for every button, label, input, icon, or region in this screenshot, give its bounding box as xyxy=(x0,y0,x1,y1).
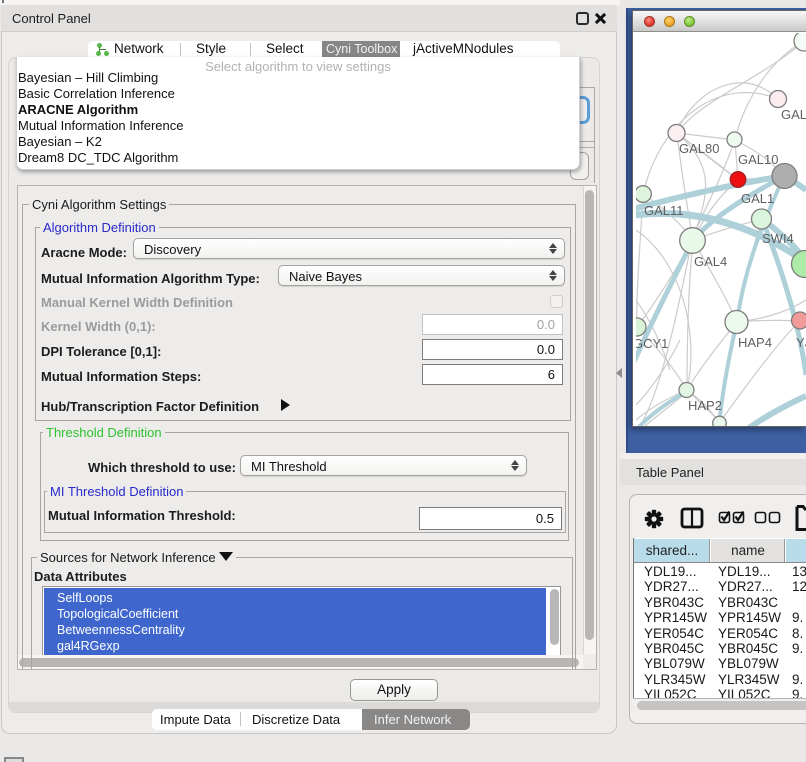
svg-text:YJ: YJ xyxy=(796,335,806,350)
svg-text:GAL7: GAL7 xyxy=(781,107,806,122)
svg-text:GAL4: GAL4 xyxy=(694,254,727,269)
svg-text:GAL1: GAL1 xyxy=(741,191,774,206)
svg-text:GCY1: GCY1 xyxy=(636,336,668,351)
svg-text:HAP4: HAP4 xyxy=(738,335,772,350)
svg-text:GAL11: GAL11 xyxy=(644,203,684,218)
svg-text:GAL10: GAL10 xyxy=(738,152,778,167)
svg-text:HAP2: HAP2 xyxy=(688,398,722,413)
svg-text:SWI4: SWI4 xyxy=(762,231,794,246)
svg-text:GAL80: GAL80 xyxy=(679,141,719,156)
